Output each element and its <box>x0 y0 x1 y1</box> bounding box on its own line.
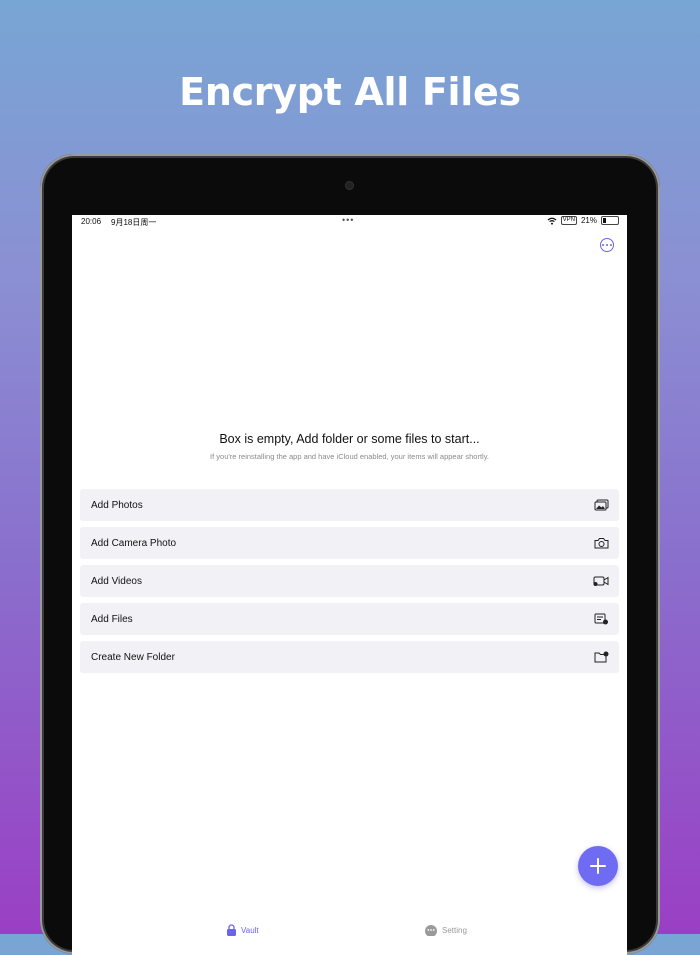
add-photos-button[interactable]: Add Photos <box>80 489 619 521</box>
action-label: Add Photos <box>91 499 143 511</box>
create-new-folder-button[interactable]: Create New Folder <box>80 641 619 673</box>
camera-icon <box>593 536 609 550</box>
battery-percent: 21% <box>580 216 597 225</box>
action-label: Add Videos <box>91 575 142 587</box>
tab-vault-label: Vault <box>241 925 259 935</box>
status-time: 20:06 <box>81 217 102 226</box>
plus-icon <box>590 858 606 874</box>
add-videos-button[interactable]: Add Videos <box>80 565 619 597</box>
video-icon <box>593 574 609 588</box>
action-label: Add Camera Photo <box>91 537 177 549</box>
add-fab-button[interactable] <box>578 846 618 886</box>
wifi-icon <box>547 217 557 225</box>
status-bar: 20:06 9月18日周一 ••• VPN 21% <box>72 215 627 229</box>
front-camera <box>346 182 353 189</box>
action-list: Add Photos Add Camera Photo Add Videos A… <box>80 489 619 679</box>
add-file-icon <box>593 612 609 626</box>
ipad-frame: 20:06 9月18日周一 ••• VPN 21% Box is empty, … <box>40 154 660 955</box>
more-options-button[interactable] <box>600 238 614 252</box>
new-folder-icon <box>593 650 609 664</box>
tab-vault[interactable]: Vault <box>226 924 259 936</box>
battery-icon <box>601 216 619 225</box>
add-files-button[interactable]: Add Files <box>80 603 619 635</box>
empty-state-subtitle: If you're reinstalling the app and have … <box>210 452 489 461</box>
tab-setting-label: Setting <box>442 925 467 935</box>
empty-state-title: Box is empty, Add folder or some files t… <box>219 432 480 446</box>
vpn-badge: VPN <box>560 216 577 225</box>
tab-setting[interactable]: Setting <box>424 924 467 936</box>
promo-headline: Encrypt All Files <box>179 70 521 114</box>
action-label: Create New Folder <box>91 651 175 663</box>
photos-icon <box>593 498 609 512</box>
tab-bar: Vault Setting <box>72 920 627 955</box>
settings-icon <box>425 925 437 936</box>
app-screen: 20:06 9月18日周一 ••• VPN 21% Box is empty, … <box>72 215 627 955</box>
multitasking-dots[interactable]: ••• <box>342 215 354 225</box>
lock-icon <box>227 924 236 936</box>
add-camera-photo-button[interactable]: Add Camera Photo <box>80 527 619 559</box>
action-label: Add Files <box>91 613 133 625</box>
status-date: 9月18日周一 <box>111 218 157 227</box>
status-indicators: VPN 21% <box>547 216 619 225</box>
